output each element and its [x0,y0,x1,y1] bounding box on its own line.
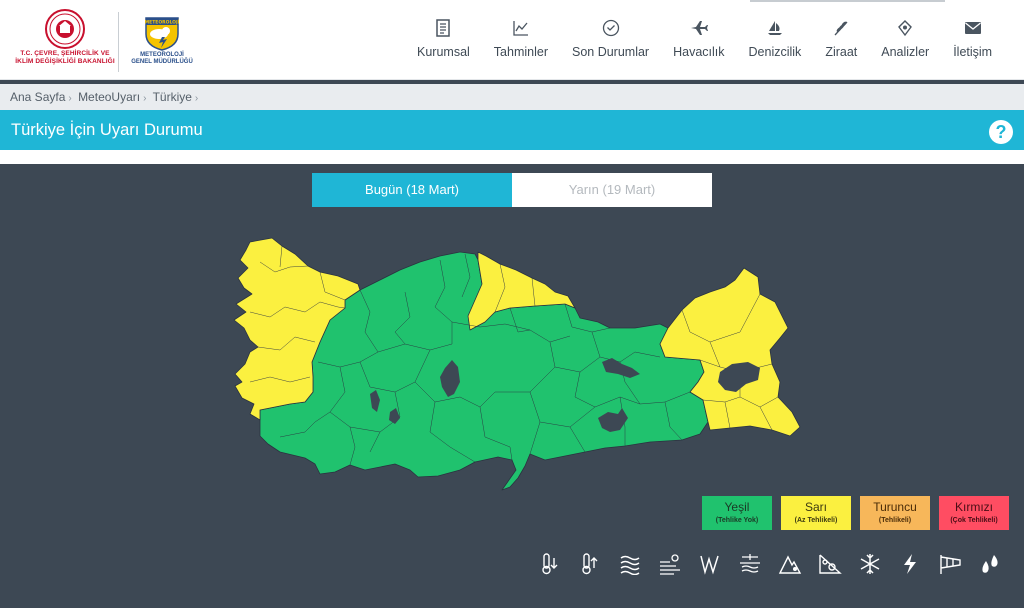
help-button[interactable]: ? [989,120,1013,144]
snow-melt-icon[interactable] [730,550,770,578]
nav-label: Son Durumlar [571,45,650,59]
breadcrumb-meteouyari-link[interactable]: MeteoUyarı [78,90,140,104]
airplane-icon [689,18,709,38]
legend-label: Kırmızı [955,500,993,514]
check-circle-icon [601,18,621,38]
nav-item-tahminler[interactable]: Tahminler [482,18,560,68]
breadcrumb-turkiye-link[interactable]: Türkiye [153,90,192,104]
hot-temperature-icon[interactable] [570,550,610,578]
legend-sub: (Tehlike Yok) [715,517,759,524]
legend-green: Yeşil (Tehlike Yok) [702,496,772,530]
breadcrumb-home-link[interactable]: Ana Sayfa [10,90,65,104]
ministry-logo-line-1: T.C. ÇEVRE, ŞEHİRCİLİK VE [20,50,110,57]
strong-wind-icon[interactable] [690,550,730,578]
day-tabs: Bugün (18 Mart) Yarın (19 Mart) [312,173,712,207]
nav-item-denizcilik[interactable]: Denizcilik [737,18,814,68]
nav-item-ziraat[interactable]: Ziraat [813,18,869,68]
nav-label: Tahminler [493,45,548,59]
snow-icon[interactable] [850,550,890,578]
nav-item-analizler[interactable]: Analizler [869,18,941,68]
mgm-logo-line-1: METEOROLOJİ [140,52,184,58]
nav-label: Ziraat [825,45,858,59]
nav-label: Analizler [881,45,930,59]
main-nav: Kurumsal Tahminler Son Durumlar Havacılı… [405,18,1004,68]
page-title: Türkiye İçin Uyarı Durumu [11,121,203,139]
wheat-icon [831,18,851,38]
dust-storm-icon[interactable] [650,550,690,578]
rain-icon[interactable] [970,550,1010,578]
title-bar: Türkiye İçin Uyarı Durumu [0,110,1024,150]
cold-temperature-icon[interactable] [530,550,570,578]
envelope-icon [963,18,983,38]
nav-item-kurumsal[interactable]: Kurumsal [405,18,482,68]
chart-icon [511,18,531,38]
nav-item-son-durumlar[interactable]: Son Durumlar [560,18,661,68]
chevron-right-icon: › [68,93,72,104]
ministry-logo-line-2: İKLİM DEĞİŞİKLİĞİ BAKANLIĞI [15,58,115,65]
lightning-icon[interactable] [890,550,930,578]
legend-red: Kırmızı (Çok Tehlikeli) [939,496,1009,530]
legend-label: Sarı [804,500,827,514]
logo-divider [118,12,119,72]
ministry-emblem-icon [45,9,85,49]
sailboat-icon [765,18,785,38]
chevron-right-icon: › [143,93,147,104]
analysis-icon [895,18,915,38]
hazard-legend: Yeşil (Tehlike Yok) Sarı (Az Tehlikeli) … [702,496,1018,530]
mgm-badge-text: METEOROLOJİ [145,19,180,26]
chevron-right-icon: › [194,93,199,104]
avalanche-icon[interactable] [770,550,810,578]
nav-label: Havacılık [673,45,725,59]
landslide-icon[interactable] [810,550,850,578]
title-spacer [0,150,1024,164]
nav-label: Denizcilik [748,45,802,59]
nav-label: Kurumsal [417,45,470,59]
ministry-logo[interactable]: T.C. ÇEVRE, ŞEHİRCİLİK VE İKLİM DEĞİŞİKL… [10,8,120,76]
nav-label: İletişim [953,45,993,59]
mgm-emblem-icon: METEOROLOJİ [145,17,180,51]
legend-orange: Turuncu (Tehlikeli) [860,496,930,530]
legend-sub: (Çok Tehlikeli) [950,517,998,524]
legend-sub: (Az Tehlikeli) [794,517,838,524]
legend-label: Turuncu [873,500,917,514]
nav-item-iletisim[interactable]: İletişim [941,18,1004,68]
legend-yellow: Sarı (Az Tehlikeli) [781,496,851,530]
mgm-logo[interactable]: METEOROLOJİ METEOROLOJİ GENEL MÜDÜRLÜĞÜ [126,12,198,76]
breadcrumb: Ana Sayfa › MeteoUyarı › Türkiye › [0,84,1024,110]
turkey-warning-map [233,237,801,491]
tab-today[interactable]: Bugün (18 Mart) [312,173,512,207]
nav-item-havacilik[interactable]: Havacılık [661,18,736,68]
legend-sub: (Tehlikeli) [878,517,912,524]
legend-label: Yeşil [724,500,750,514]
fog-icon[interactable] [610,550,650,578]
site-header: T.C. ÇEVRE, ŞEHİRCİLİK VE İKLİM DEĞİŞİKL… [0,0,1024,80]
document-icon [433,18,453,38]
mgm-logo-line-2: GENEL MÜDÜRLÜĞÜ [131,59,193,65]
windsock-icon[interactable] [930,550,970,578]
weather-warning-type-icons [530,550,1010,578]
header-top-accent [750,0,945,2]
tab-tomorrow[interactable]: Yarın (19 Mart) [512,173,712,207]
